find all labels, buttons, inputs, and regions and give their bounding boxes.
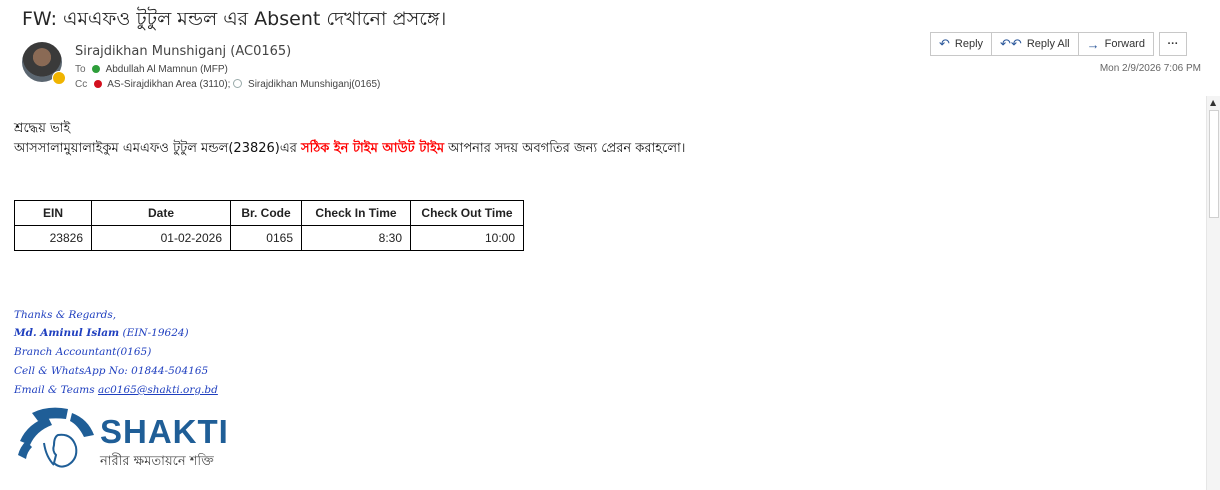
forward-button[interactable]: → Forward (1077, 32, 1154, 56)
scrollbar-thumb[interactable] (1209, 110, 1219, 218)
cc-recipient-2[interactable]: Sirajdikhan Munshiganj(0165) (248, 79, 380, 90)
message-actions: ↶ Reply ↶↶ Reply All → Forward ··· (930, 32, 1187, 56)
to-label: To (75, 64, 86, 75)
signature-name-line: Md. Aminul Islam (EIN-19624) (14, 327, 189, 339)
to-row: To Abdullah Al Mamnun (MFP) (75, 64, 228, 75)
sender-name[interactable]: Sirajdikhan Munshiganj (AC0165) (75, 44, 291, 59)
table-cell: 0165 (230, 225, 302, 251)
more-actions-button[interactable]: ··· (1158, 32, 1187, 56)
signature-name: Md. Aminul Islam (14, 327, 120, 339)
scroll-up-icon[interactable]: ▲ (1210, 98, 1216, 107)
table-cell: 8:30 (301, 225, 411, 251)
signature-phone: Cell & WhatsApp No: 01844-504165 (14, 365, 209, 377)
column-header: Check In Time (301, 200, 411, 226)
online-status-icon (92, 65, 101, 73)
presence-status-icon (52, 71, 66, 85)
attendance-table: EIN Date Br. Code Check In Time Check Ou… (14, 200, 524, 251)
message-line: আসসালামুয়ালাইকুম এমএফও টুটুল মন্ডল(2382… (14, 139, 685, 160)
column-header: EIN (14, 200, 92, 226)
offline-status-icon (233, 79, 243, 88)
cc-recipient-1[interactable]: AS-Sirajdikhan Area (3110); (107, 79, 230, 90)
column-header: Br. Code (230, 200, 302, 226)
forward-icon: → (1086, 36, 1100, 52)
brand-name: SHAKTI (100, 413, 229, 450)
cc-row: Cc AS-Sirajdikhan Area (3110); Sirajdikh… (75, 79, 380, 90)
to-recipient[interactable]: Abdullah Al Mamnun (MFP) (106, 64, 228, 75)
signature-thanks: Thanks & Regards, (14, 309, 117, 321)
cc-label: Cc (75, 79, 88, 90)
busy-status-icon (94, 80, 103, 88)
column-header: Date (91, 200, 231, 226)
sent-date: Mon 2/9/2026 7:06 PM (1099, 63, 1201, 74)
table-cell: 10:00 (410, 225, 524, 251)
reply-all-button[interactable]: ↶↶ Reply All (991, 32, 1079, 56)
signature-email-link[interactable]: ac0165@shakti.org.bd (98, 384, 218, 396)
brand-tagline: নারীর ক্ষমতায়নে শক্তি (100, 454, 214, 469)
column-header: Check Out Time (410, 200, 524, 226)
message-suffix: আপনার সদয় অবগতির জন্য প্রেরন করাহলো। (444, 141, 686, 156)
email-subject: FW: এমএফও টুটুল মন্ডল এর Absent দেখানো প… (22, 8, 447, 30)
vertical-scrollbar[interactable]: ▲ (1206, 96, 1220, 490)
signature-email-line: Email & Teams ac0165@shakti.org.bd (14, 384, 218, 396)
table-header-row: EIN Date Br. Code Check In Time Check Ou… (14, 200, 524, 226)
table-row: 23826 01-02-2026 0165 8:30 10:00 (14, 225, 524, 251)
reply-icon: ↶ (939, 36, 950, 51)
message-highlight: সঠিক ইন টাইম আউট টাইম (301, 141, 445, 156)
reply-button[interactable]: ↶ Reply (930, 32, 993, 56)
reply-all-icon: ↶↶ (1000, 36, 1022, 51)
greeting-text: শ্রদ্ধেয় ভাই (14, 121, 71, 136)
table-cell: 01-02-2026 (91, 225, 231, 251)
signature-ein: (EIN-19624) (119, 327, 189, 339)
signature-email-label: Email & Teams (14, 384, 98, 396)
sender-avatar[interactable] (22, 42, 66, 85)
message-prefix: আসসালামুয়ালাইকুম এমএফও টুটুল মন্ডল(2382… (14, 141, 302, 156)
table-cell: 23826 (14, 225, 92, 251)
signature-role: Branch Accountant(0165) (14, 346, 152, 358)
